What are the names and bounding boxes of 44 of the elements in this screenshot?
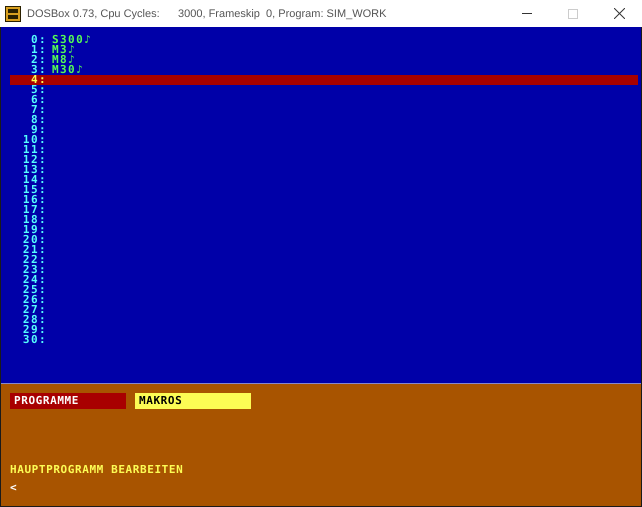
line-number: 13: [22, 165, 47, 175]
line-number: 9: [30, 125, 47, 135]
line-text: M8♪ [52, 55, 76, 65]
line-number: 8: [30, 115, 47, 125]
line-number: 0: [30, 35, 47, 45]
line-text: S300♪ [52, 35, 92, 45]
status-text: HAUPTPROGRAMM BEARBEITEN [10, 463, 184, 476]
line-number: 20: [22, 235, 47, 245]
app-icon [5, 6, 21, 22]
line-number: 21: [22, 245, 47, 255]
line-number: 28: [22, 315, 47, 325]
line-number: 11: [22, 145, 47, 155]
window-title: DOSBox 0.73, Cpu Cycles: 3000, Frameskip 0, Program: SIM_WORK [27, 8, 388, 20]
line-number: 6: [30, 95, 47, 105]
line-number: 25: [22, 285, 47, 295]
line-number: 17: [22, 205, 47, 215]
line-number: 12: [22, 155, 47, 165]
minimize-icon [522, 13, 532, 14]
line-number: 15: [22, 185, 47, 195]
line-number: 18: [22, 215, 47, 225]
line-number: 24: [22, 275, 47, 285]
line-number: 14: [22, 175, 47, 185]
maximize-icon [568, 8, 578, 18]
line-number: 27: [22, 305, 47, 315]
line-number: 16: [22, 195, 47, 205]
line-number: 2: [30, 55, 47, 65]
line-number: 3: [30, 65, 47, 75]
line-number: 29: [22, 325, 47, 335]
line-text: M3♪ [52, 45, 76, 55]
prompt-text: < [10, 481, 18, 494]
line-number: 26: [22, 295, 47, 305]
close-icon [614, 8, 624, 19]
menu-tab[interactable]: MAKROS [135, 393, 251, 409]
line-number: 23: [22, 265, 47, 275]
line-number: 5: [30, 85, 47, 95]
line-number: 4: [30, 75, 47, 85]
line-number: 7: [30, 105, 47, 115]
line-number: 19: [22, 225, 47, 235]
line-number: 22: [22, 255, 47, 265]
line-number: 30: [22, 335, 47, 345]
line-number: 10: [22, 135, 47, 145]
line-number: 1: [30, 45, 47, 55]
menu-tab[interactable]: PROGRAMME [10, 393, 126, 409]
line-text: M30♪ [52, 65, 84, 75]
